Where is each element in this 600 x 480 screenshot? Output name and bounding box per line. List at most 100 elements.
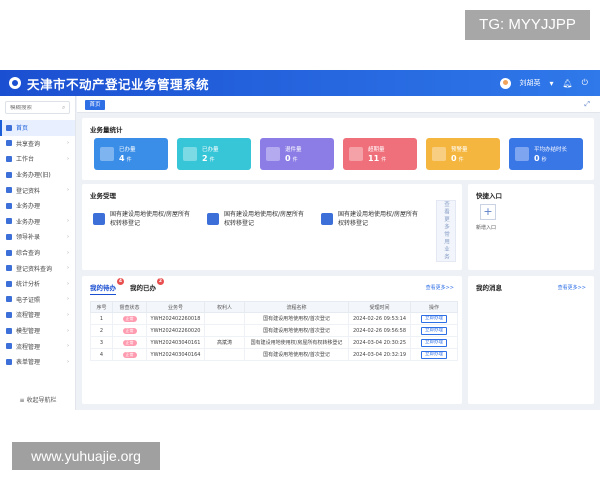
table-row[interactable]: 4 正常 YWH202403040164 国有建设用地使用权/首次登记 2024…: [90, 348, 458, 361]
sidebar-item-business-2[interactable]: 业务办理 ›: [0, 214, 75, 230]
todo-view-more-link[interactable]: 查看更多>>: [426, 284, 454, 291]
table-row[interactable]: 1 正常 YWH202402260018 国有建设用地使用权/首次登记 2024…: [90, 312, 458, 325]
app-header: 天津市不动产登记业务管理系统 刘胡英 ▾ 🔔︎ ⏻: [0, 70, 600, 96]
chevron-right-icon: ›: [67, 358, 69, 365]
stat-label: 已办量: [119, 147, 136, 153]
handle-now-button[interactable]: 立即办理: [421, 314, 447, 323]
sidebar-item-label: 登记资料查询: [16, 265, 53, 273]
sidebar-item-label: 业务办理: [16, 203, 41, 211]
tab-my-done[interactable]: 我的已办 2: [130, 278, 164, 295]
business-code-link[interactable]: YWH202402260020: [146, 324, 205, 337]
chevron-right-icon: ›: [67, 140, 69, 147]
sidebar-item-label: 登记资料: [16, 187, 41, 195]
timer-icon: [515, 147, 529, 161]
sidebar-item-home[interactable]: 首页: [0, 120, 75, 136]
app-title: 天津市不动产登记业务管理系统: [27, 76, 210, 92]
sidebar-item-business[interactable]: 业务办理: [0, 198, 75, 214]
app-window: 天津市不动产登记业务管理系统 刘胡英 ▾ 🔔︎ ⏻ ⌕ 首页 共享查询 › 工作台…: [0, 70, 600, 410]
tab-my-todo[interactable]: 我的待办 4: [90, 278, 124, 295]
todo-count-badge: 4: [117, 278, 124, 285]
sidebar-item-label: 首页: [16, 125, 29, 133]
user-name[interactable]: 刘胡英: [520, 78, 541, 88]
sidebar-item-label: 综合查询: [16, 250, 41, 258]
stat-card-done[interactable]: 已办量 4件: [94, 138, 168, 170]
sidebar-item-model-manage[interactable]: 模型管理 ›: [0, 323, 75, 339]
messages-title: 我的消息: [476, 284, 502, 292]
fullscreen-icon[interactable]: ⤢: [584, 100, 590, 109]
stat-card-overdue[interactable]: 超期量 11 件: [343, 138, 417, 170]
todo-panel: 我的待办 4 我的已办 2 查看更多>> 序号 督查状态 业务号 权利人 流程名称 …: [82, 276, 462, 404]
sidebar-item-label: 电子证照: [16, 296, 41, 304]
handle-now-button[interactable]: 立即办理: [421, 326, 447, 335]
handle-now-button[interactable]: 立即办理: [421, 350, 447, 359]
sidebar-item-leader-entry[interactable]: 领导补录 ›: [0, 229, 75, 245]
sidebar-collapse-button[interactable]: ≡ 收起导航栏: [0, 395, 76, 404]
sidebar-item-label: 业务办理(旧): [16, 172, 51, 180]
stat-card-returned[interactable]: 退件量 0件: [260, 138, 334, 170]
chevron-down-icon[interactable]: ▾: [550, 79, 554, 88]
sidebar-item-label: 流程管理: [16, 312, 41, 320]
table-row[interactable]: 3 正常 YWH202403040161 高斌涛 国有建设用地使用权/房屋所有权…: [90, 336, 458, 349]
messages-panel: 我的消息 查看更多>>: [468, 276, 594, 404]
business-code-link[interactable]: YWH202402260018: [146, 312, 205, 325]
tab-home[interactable]: 首页: [85, 100, 105, 110]
sidebar-search[interactable]: ⌕: [5, 101, 70, 114]
messages-view-more-link[interactable]: 查看更多>>: [558, 284, 586, 291]
todo-tabs: 我的待办 4 我的已办 2: [90, 278, 164, 295]
chevron-right-icon: ›: [67, 280, 69, 287]
sidebar-item-records-query[interactable]: 登记资料查询 ›: [0, 260, 75, 276]
stat-card-done-2[interactable]: 已办量 2件: [177, 138, 251, 170]
sidebar-item-shared-query[interactable]: 共享查询 ›: [0, 136, 75, 152]
sidebar-item-general-query[interactable]: 综合查询 ›: [0, 245, 75, 261]
menu-icon: [6, 187, 12, 194]
menu-icon: [6, 358, 12, 365]
stat-label: 平均办结时长: [534, 147, 568, 153]
sidebar: ⌕ 首页 共享查询 › 工作台 › 业务办理(旧) 登记资料 › 业务办理 业务办理 ›…: [0, 96, 76, 410]
business-item[interactable]: 国有建设用地使用权/房屋所有权转移登记: [204, 210, 309, 244]
sidebar-search-input[interactable]: [10, 104, 62, 111]
sidebar-item-e-license[interactable]: 电子证照 ›: [0, 292, 75, 308]
business-code-link[interactable]: YWH202403040161: [146, 336, 205, 349]
bell-icon[interactable]: 🔔︎: [563, 79, 573, 88]
more-business-button[interactable]: 查看更多常用业务: [436, 200, 456, 262]
col-op: 操作: [410, 301, 458, 313]
chevron-right-icon: ›: [67, 343, 69, 350]
stats-title: 业务量统计: [90, 126, 123, 134]
menu-icon: [6, 171, 12, 178]
business-item[interactable]: 国有建设用地使用权/房屋所有权转移登记: [90, 210, 195, 244]
checklist-icon: [183, 147, 197, 161]
handle-now-button[interactable]: 立即办理: [421, 338, 447, 347]
stat-value: 11 件: [368, 154, 387, 163]
sidebar-item-form-manage[interactable]: 表单管理 ›: [0, 354, 75, 370]
sidebar-collapse-label: 收起导航栏: [26, 397, 57, 404]
col-status: 督查状态: [112, 301, 147, 313]
stat-card-avg-time[interactable]: 平均办结时长 0秒: [509, 138, 583, 170]
menu-icon: [6, 249, 12, 256]
sidebar-item-statistics[interactable]: 统计分析 ›: [0, 276, 75, 292]
stat-label: 预警量: [451, 147, 468, 153]
transfer-icon: [207, 213, 219, 225]
business-panel: 业务受理 国有建设用地使用权/房屋所有权转移登记 国有建设用地使用权/房屋所有权…: [82, 184, 462, 270]
business-item[interactable]: 国有建设用地使用权/房屋所有权转移登记: [318, 210, 423, 244]
home-icon: [6, 124, 12, 131]
avatar[interactable]: [499, 77, 511, 89]
stat-card-warning[interactable]: 预警量 0件: [426, 138, 500, 170]
chevron-right-icon: ›: [67, 311, 69, 318]
add-entry-button[interactable]: +: [480, 204, 496, 220]
status-badge: 正常: [122, 315, 137, 322]
menu-icon: [6, 202, 12, 209]
sidebar-item-business-old[interactable]: 业务办理(旧): [0, 167, 75, 183]
sidebar-item-label: 流程管理: [16, 343, 41, 351]
table-row[interactable]: 2 正常 YWH202402260020 国有建设用地使用权/首次登记 2024…: [90, 324, 458, 337]
table-header-row: 序号 督查状态 业务号 权利人 流程名称 受理时间 操作: [90, 301, 458, 313]
col-time: 受理时间: [348, 301, 411, 313]
search-icon[interactable]: ⌕: [62, 104, 65, 112]
chevron-right-icon: ›: [67, 327, 69, 334]
sidebar-item-records[interactable]: 登记资料 ›: [0, 182, 75, 198]
sidebar-item-workbench[interactable]: 工作台 ›: [0, 151, 75, 167]
sidebar-item-flow-manage[interactable]: 流程管理 ›: [0, 307, 75, 323]
sidebar-item-flow-manage-2[interactable]: 流程管理 ›: [0, 338, 75, 354]
add-entry-label: 新增入口: [476, 225, 497, 231]
business-code-link[interactable]: YWH202403040164: [146, 348, 205, 361]
power-icon[interactable]: ⏻: [582, 78, 588, 88]
